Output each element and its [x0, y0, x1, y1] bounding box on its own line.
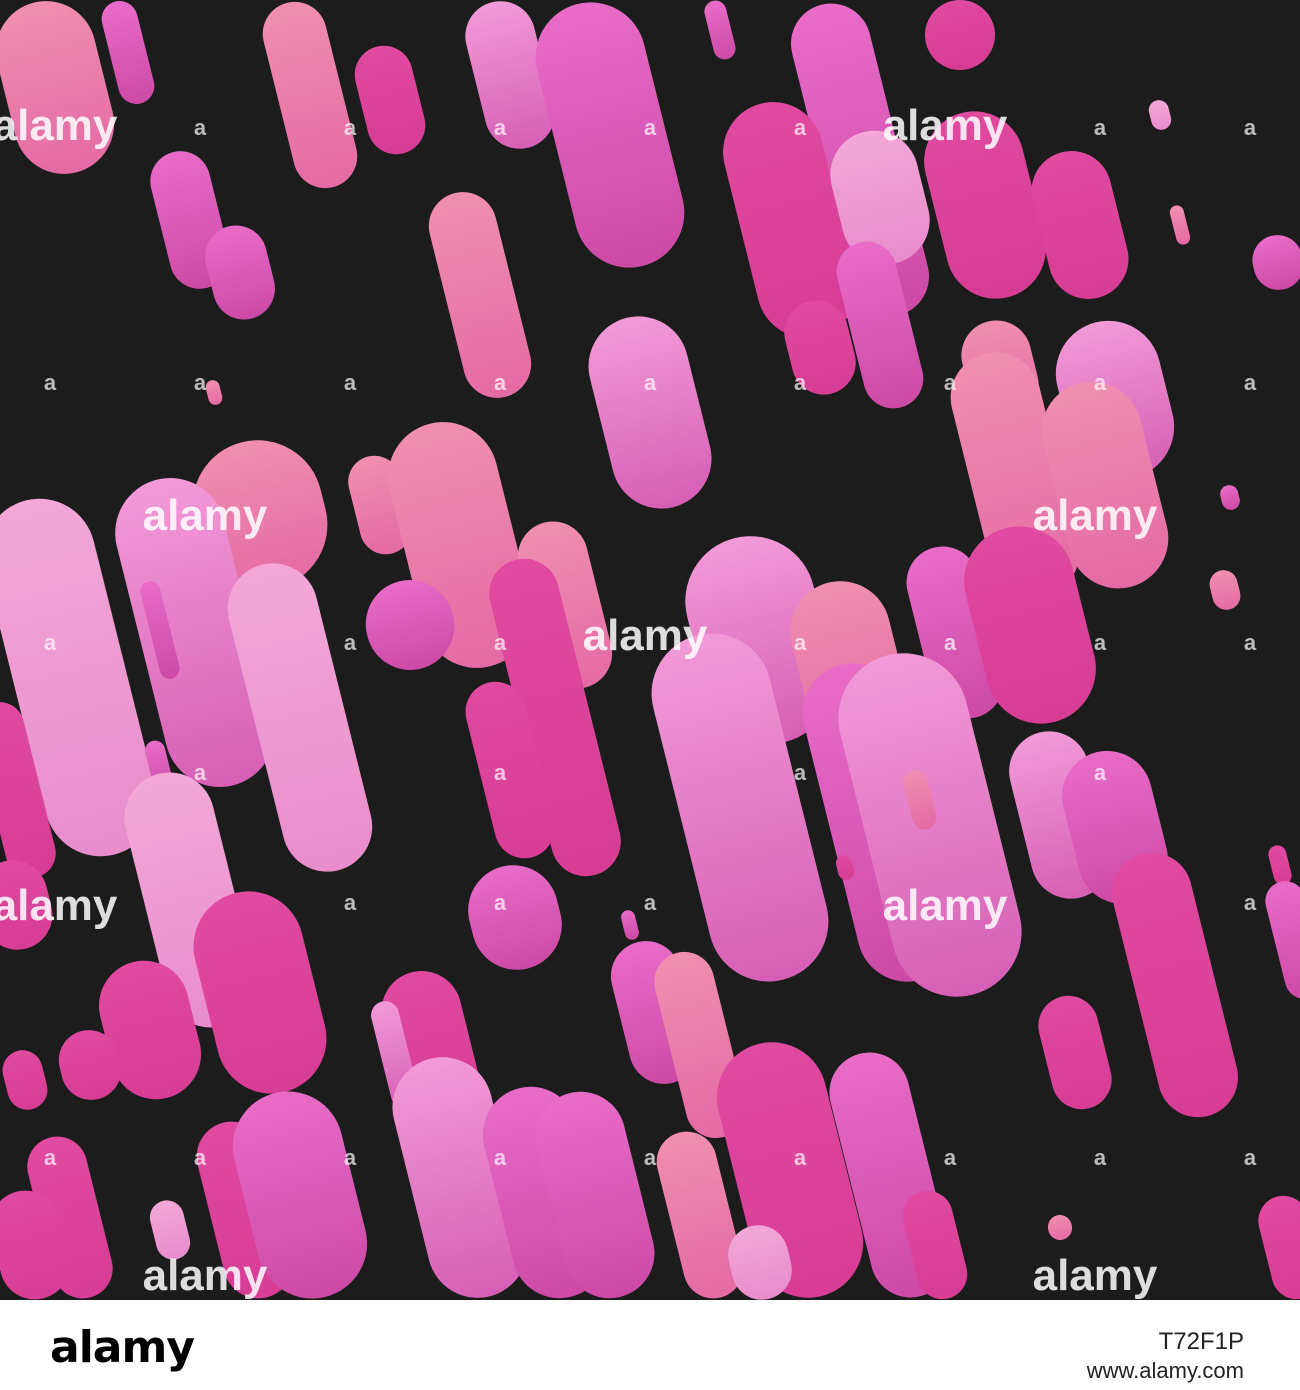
- watermark-mark: a: [344, 115, 357, 140]
- watermark-mark: a: [1094, 760, 1107, 785]
- watermark-mark: a: [944, 1145, 957, 1170]
- watermark-mark: a: [44, 630, 57, 655]
- watermark-mark: a: [494, 890, 507, 915]
- watermark-mark: a: [644, 890, 657, 915]
- watermark-mark: a: [494, 760, 507, 785]
- watermark-text: alamy: [1033, 1251, 1158, 1300]
- footer-bar: alamy T72F1P www.alamy.com: [0, 1300, 1300, 1390]
- watermark-mark: a: [344, 1145, 357, 1170]
- watermark-mark: a: [494, 1145, 507, 1170]
- watermark-mark: a: [644, 115, 657, 140]
- watermark-mark: a: [794, 1145, 807, 1170]
- footer-image-id: T72F1P: [1158, 1328, 1244, 1355]
- watermark-mark: a: [1094, 630, 1107, 655]
- watermark-mark: a: [1094, 115, 1107, 140]
- watermark-mark: a: [944, 630, 957, 655]
- watermark-mark: a: [494, 630, 507, 655]
- watermark-mark: a: [794, 760, 807, 785]
- watermark-mark: a: [344, 890, 357, 915]
- watermark-mark: a: [1244, 370, 1257, 395]
- watermark-mark: a: [944, 370, 957, 395]
- pattern-artwork: alamy alamy alamy alamy alamy alamy alamy alamy…: [0, 0, 1300, 1300]
- watermark-text: alamy: [883, 101, 1008, 150]
- watermark-mark: a: [1094, 1145, 1107, 1170]
- watermark-mark: a: [194, 370, 207, 395]
- watermark-mark: a: [44, 370, 57, 395]
- watermark-mark: a: [794, 115, 807, 140]
- watermark-text: alamy: [0, 881, 118, 930]
- watermark-mark: a: [494, 115, 507, 140]
- watermark-text: alamy: [883, 881, 1008, 930]
- watermark-mark: a: [1244, 890, 1257, 915]
- footer-site: www.alamy.com: [1086, 1358, 1244, 1383]
- watermark-text: alamy: [0, 101, 118, 150]
- watermark-mark: a: [644, 1145, 657, 1170]
- watermark-text: alamy: [143, 491, 268, 540]
- watermark-mark: a: [494, 370, 507, 395]
- watermark-mark: a: [794, 630, 807, 655]
- watermark-mark: a: [344, 630, 357, 655]
- footer-logo: alamy: [50, 1322, 195, 1373]
- watermark-mark: a: [194, 760, 207, 785]
- watermark-mark: a: [194, 1145, 207, 1170]
- watermark-mark: a: [344, 370, 357, 395]
- watermark-mark: a: [1094, 370, 1107, 395]
- watermark-text: alamy: [1033, 491, 1158, 540]
- watermark-mark: a: [194, 115, 207, 140]
- watermark-mark: a: [1244, 630, 1257, 655]
- watermark-text: alamy: [143, 1251, 268, 1300]
- watermark-mark: a: [1244, 1145, 1257, 1170]
- watermark-text: alamy: [583, 611, 708, 660]
- watermark-mark: a: [44, 1145, 57, 1170]
- watermark-mark: a: [644, 370, 657, 395]
- watermark-mark: a: [794, 370, 807, 395]
- watermark-mark: a: [1244, 115, 1257, 140]
